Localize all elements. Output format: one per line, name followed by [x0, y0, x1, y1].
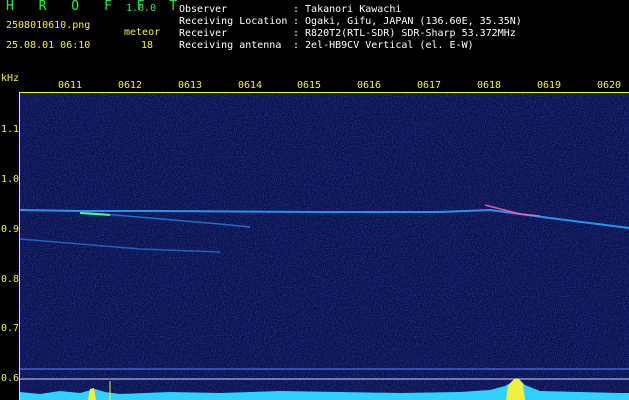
info-row-antenna: Receiving antenna : 2el-HB9CV Vertical (e…	[179, 40, 474, 52]
y-axis-line	[19, 92, 20, 400]
info-row-receiver: Receiver : R820T2(RTL-SDR) SDR-Sharp 53.3…	[179, 28, 516, 40]
info-key: Observer	[179, 4, 228, 15]
freq-tick: 0.7	[1, 323, 20, 334]
meteor-count: 18	[141, 40, 154, 51]
time-tick: 0619	[537, 80, 562, 91]
app-version: 1.0.0	[126, 3, 157, 14]
freq-tick: 1.1	[1, 124, 20, 135]
time-tick: 0617	[417, 80, 442, 91]
info-row-location: Receiving Location : Ogaki, Gifu, JAPAN (…	[179, 16, 522, 28]
time-tick: 0616	[357, 80, 382, 91]
spectrogram	[20, 92, 629, 400]
info-row-observer: Observer : Takanori Kawachi	[179, 4, 401, 16]
file-name: 2508010610.png	[6, 20, 91, 31]
spectrogram-canvas	[20, 92, 629, 400]
info-value: : Ogaki, Gifu, JAPAN (136.60E, 35.35N)	[293, 16, 522, 27]
freq-tick: 0.6	[1, 373, 20, 384]
info-value: : Takanori Kawachi	[293, 4, 402, 15]
time-tick: 0612	[118, 80, 143, 91]
time-tick: 0613	[178, 80, 203, 91]
time-tick: 0620	[597, 80, 622, 91]
info-key: Receiving antenna	[179, 40, 282, 51]
info-key: Receiver	[179, 28, 228, 39]
x-axis-line	[19, 92, 629, 93]
meteor-label: meteor	[124, 27, 161, 38]
info-key: Receiving Location	[179, 16, 288, 27]
info-value: : R820T2(RTL-SDR) SDR-Sharp 53.372MHz	[293, 28, 516, 39]
time-tick: 0614	[238, 80, 263, 91]
freq-tick: 1.0	[1, 174, 20, 185]
freq-tick: 0.9	[1, 224, 20, 235]
timestamp: 25.08.01 06:10	[6, 40, 91, 51]
app-logo: H R O F F T	[6, 0, 186, 14]
time-tick: 0618	[477, 80, 502, 91]
frequency-unit-label: kHz	[1, 73, 20, 84]
info-value: : 2el-HB9CV Vertical (el. E-W)	[293, 40, 474, 51]
time-tick: 0611	[58, 80, 83, 91]
freq-tick: 0.8	[1, 274, 20, 285]
time-tick: 0615	[297, 80, 322, 91]
